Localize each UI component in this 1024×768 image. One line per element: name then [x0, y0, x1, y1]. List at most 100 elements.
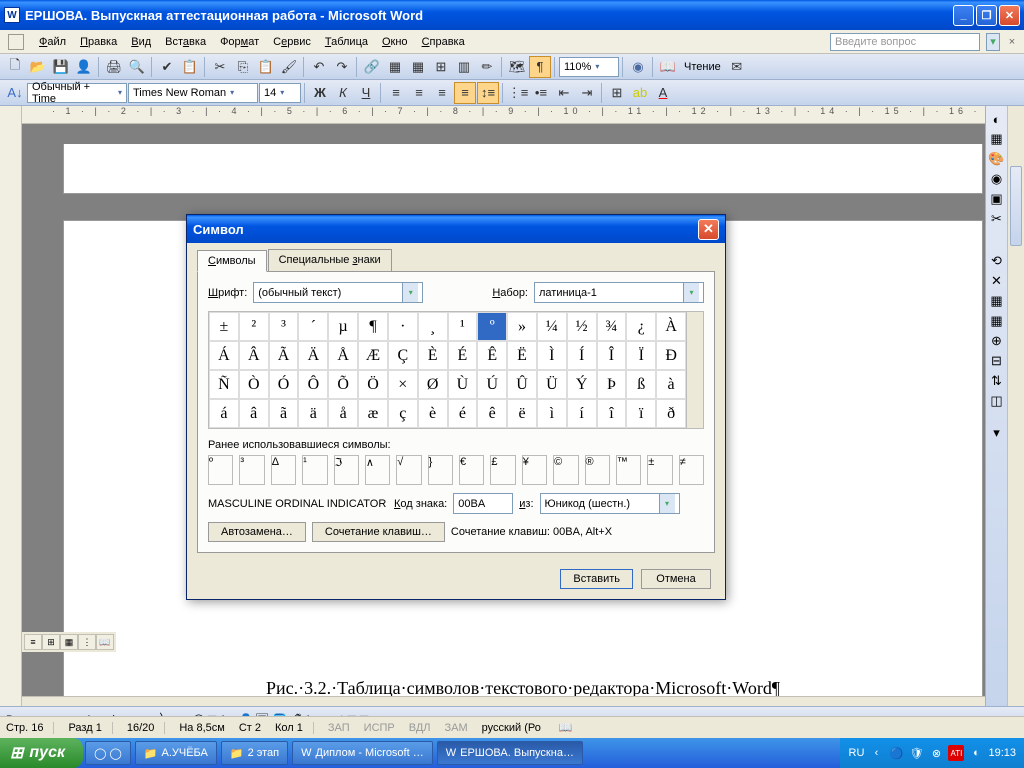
- symbol-cell[interactable]: ´: [298, 312, 328, 341]
- recent-symbol-cell[interactable]: ©: [553, 455, 578, 485]
- tray-icon[interactable]: ‹: [868, 745, 884, 761]
- symbol-cell[interactable]: ã: [269, 399, 299, 428]
- symbol-cell[interactable]: è: [418, 399, 448, 428]
- doc-close-button[interactable]: ×: [1004, 36, 1020, 48]
- panel-icon[interactable]: 🎨: [988, 150, 1006, 168]
- research-icon[interactable]: 📋: [179, 56, 201, 78]
- symbol-cell[interactable]: Ä: [298, 341, 328, 370]
- symbol-cell[interactable]: ¸: [418, 312, 448, 341]
- menu-tools[interactable]: Сервис: [266, 33, 318, 51]
- symbol-cell[interactable]: Ì: [537, 341, 567, 370]
- symbol-cell[interactable]: Þ: [597, 370, 627, 399]
- symbol-cell[interactable]: º: [477, 312, 507, 341]
- menu-help[interactable]: Справка: [415, 33, 472, 51]
- print-icon[interactable]: 🖨: [103, 56, 125, 78]
- symbol-cell[interactable]: À: [656, 312, 686, 341]
- styles-pane-icon[interactable]: A↓: [4, 82, 26, 104]
- symbol-cell[interactable]: »: [507, 312, 537, 341]
- symbol-cell[interactable]: â: [239, 399, 269, 428]
- panel-icon[interactable]: ▦: [988, 312, 1006, 330]
- panel-icon[interactable]: ▦: [988, 130, 1006, 148]
- symbol-cell[interactable]: à: [656, 370, 686, 399]
- tab-symbols[interactable]: Символы: [197, 250, 267, 272]
- excel-icon[interactable]: ⊞: [430, 56, 452, 78]
- maximize-button[interactable]: ❐: [976, 5, 997, 26]
- view-web[interactable]: ⊞: [42, 634, 60, 650]
- panel-icon[interactable]: ◉: [988, 170, 1006, 188]
- undo-icon[interactable]: ↶: [308, 56, 330, 78]
- view-normal[interactable]: ≡: [24, 634, 42, 650]
- drawing-icon[interactable]: ✏: [476, 56, 498, 78]
- save-icon[interactable]: 💾: [50, 56, 72, 78]
- tray-icon[interactable]: 🔵: [888, 745, 904, 761]
- panel-icon[interactable]: ◫: [988, 392, 1006, 410]
- recent-symbol-cell[interactable]: ¹: [302, 455, 327, 485]
- symbol-cell[interactable]: ·: [388, 312, 418, 341]
- symbol-cell[interactable]: Ê: [477, 341, 507, 370]
- close-button[interactable]: ✕: [999, 5, 1020, 26]
- align-center-icon[interactable]: ≡: [408, 82, 430, 104]
- symbol-cell[interactable]: ¶: [358, 312, 388, 341]
- font-combo[interactable]: Times New Roman▾: [128, 83, 258, 103]
- show-marks-icon[interactable]: ¶: [529, 56, 551, 78]
- status-book-icon[interactable]: 📖: [559, 721, 573, 734]
- panel-icon[interactable]: ▦: [988, 292, 1006, 310]
- menu-format[interactable]: Формат: [213, 33, 266, 51]
- redo-icon[interactable]: ↷: [331, 56, 353, 78]
- symbol-cell[interactable]: Í: [567, 341, 597, 370]
- symbol-cell[interactable]: µ: [328, 312, 358, 341]
- task-folder-1[interactable]: 📁 А.УЧЁБА: [135, 741, 217, 765]
- recent-symbol-cell[interactable]: ¥: [522, 455, 547, 485]
- indent-icon[interactable]: ⇥: [576, 82, 598, 104]
- dialog-close-button[interactable]: ✕: [698, 219, 719, 240]
- symbol-cell[interactable]: ç: [388, 399, 418, 428]
- task-word-2[interactable]: W ЕРШОВА. Выпускна…: [437, 741, 583, 765]
- symbol-cell[interactable]: Ã: [269, 341, 299, 370]
- symbol-cell[interactable]: Î: [597, 341, 627, 370]
- symbol-cell[interactable]: î: [597, 399, 627, 428]
- symbol-cell[interactable]: ³: [269, 312, 299, 341]
- symbol-cell[interactable]: ²: [239, 312, 269, 341]
- outdent-icon[interactable]: ⇤: [553, 82, 575, 104]
- spellcheck-icon[interactable]: ✔: [156, 56, 178, 78]
- insert-table-icon[interactable]: ▦: [407, 56, 429, 78]
- recent-symbol-cell[interactable]: º: [208, 455, 233, 485]
- numbering-icon[interactable]: ⋮≡: [507, 82, 529, 104]
- permission-icon[interactable]: 👤: [73, 56, 95, 78]
- hyperlink-icon[interactable]: 🔗: [361, 56, 383, 78]
- symbol-cell[interactable]: Ð: [656, 341, 686, 370]
- menu-window[interactable]: Окно: [375, 33, 415, 51]
- autocorrect-button[interactable]: Автозамена…: [208, 522, 306, 542]
- minimize-button[interactable]: _: [953, 5, 974, 26]
- symbol-cell[interactable]: ä: [298, 399, 328, 428]
- symbol-cell[interactable]: Á: [209, 341, 239, 370]
- from-select[interactable]: Юникод (шестн.)▾: [540, 493, 680, 514]
- symbol-cell[interactable]: ¿: [626, 312, 656, 341]
- symbol-cell[interactable]: Ö: [358, 370, 388, 399]
- symbol-cell[interactable]: Ù: [448, 370, 478, 399]
- menu-file[interactable]: Файл: [32, 33, 73, 51]
- help-search-dropdown[interactable]: ▾: [986, 33, 1000, 51]
- symbol-cell[interactable]: Å: [328, 341, 358, 370]
- view-outline[interactable]: ⋮: [78, 634, 96, 650]
- insert-button[interactable]: Вставить: [560, 569, 633, 589]
- panel-icon[interactable]: ◐: [988, 110, 1006, 128]
- paste-icon[interactable]: 📋: [255, 56, 277, 78]
- recent-symbol-cell[interactable]: }: [428, 455, 453, 485]
- align-left-icon[interactable]: ≡: [385, 82, 407, 104]
- size-combo[interactable]: 14▾: [259, 83, 301, 103]
- open-icon[interactable]: 📂: [27, 56, 49, 78]
- font-color-icon[interactable]: A: [652, 82, 674, 104]
- panel-icon[interactable]: ⇅: [988, 372, 1006, 390]
- format-painter-icon[interactable]: 🖌: [278, 56, 300, 78]
- symbol-cell[interactable]: ¼: [537, 312, 567, 341]
- dialog-title-bar[interactable]: Символ ✕: [187, 215, 725, 243]
- symbol-cell[interactable]: ½: [567, 312, 597, 341]
- recent-symbol-cell[interactable]: ³: [239, 455, 264, 485]
- columns-icon[interactable]: ▥: [453, 56, 475, 78]
- underline-icon[interactable]: Ч: [355, 82, 377, 104]
- recent-symbol-cell[interactable]: ±: [647, 455, 672, 485]
- highlight-icon[interactable]: ab: [629, 82, 651, 104]
- recent-symbol-cell[interactable]: ≠: [679, 455, 704, 485]
- symbol-cell[interactable]: ±: [209, 312, 239, 341]
